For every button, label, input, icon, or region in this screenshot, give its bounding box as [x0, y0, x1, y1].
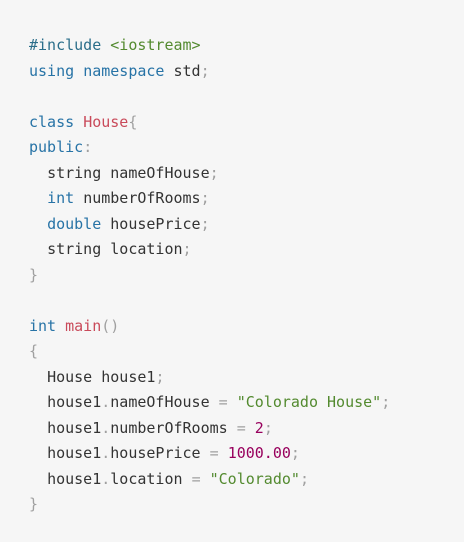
assign-field: numberOfRooms — [110, 418, 228, 437]
assign-object: house1 — [47, 393, 102, 411]
semicolon: ; — [200, 214, 210, 233]
assign-object: house1 — [47, 444, 102, 462]
member-type: int — [47, 189, 75, 207]
semicolon: ; — [263, 418, 273, 437]
colon: : — [83, 138, 93, 156]
code-line-member: string nameOfHouse; — [29, 161, 435, 187]
dot: . — [101, 393, 111, 411]
assign-field: location — [110, 469, 183, 488]
std-identifier: std — [173, 61, 201, 80]
code-line-member: double housePrice; — [29, 212, 435, 238]
semicolon: ; — [155, 367, 165, 386]
assign-object: house1 — [47, 418, 102, 437]
code-line-class: class House{ — [29, 110, 435, 136]
main-function: main — [65, 316, 102, 335]
semicolon: ; — [381, 393, 391, 411]
code-line-member: int numberOfRooms; — [29, 186, 435, 212]
public-keyword: public — [29, 138, 84, 156]
code-line-public: public: — [29, 135, 435, 161]
decl-var: house1 — [101, 367, 156, 386]
assign-operator: = — [209, 444, 219, 462]
code-line-assignment: house1.numberOfRooms = 2; — [29, 416, 435, 442]
dot: . — [101, 469, 111, 488]
member-name: nameOfHouse — [110, 163, 210, 182]
assign-value: 1000.00 — [227, 444, 291, 462]
code-line-main: int main() — [29, 314, 435, 340]
close-brace: } — [29, 265, 39, 284]
assign-object: house1 — [47, 469, 102, 488]
semicolon: ; — [299, 469, 309, 488]
semicolon: ; — [200, 189, 210, 207]
assign-value: "Colorado" — [209, 469, 300, 488]
close-brace: } — [29, 495, 39, 513]
member-name: numberOfRooms — [83, 189, 201, 207]
assign-operator: = — [191, 469, 201, 488]
code-line-include: #include <iostream> — [29, 33, 435, 59]
code-line-using: using namespace std; — [29, 59, 435, 85]
member-name: location — [110, 240, 183, 258]
semicolon: ; — [182, 240, 192, 258]
code-line-assignment: house1.location = "Colorado"; — [29, 467, 435, 493]
member-type: string — [47, 163, 102, 182]
member-type: double — [47, 214, 102, 233]
class-keyword: class — [29, 112, 75, 131]
int-keyword: int — [29, 316, 57, 335]
code-line-main-open: { — [29, 339, 435, 365]
include-directive: #include — [29, 36, 102, 54]
class-name: House — [83, 112, 129, 131]
code-line-assignment: house1.housePrice = 1000.00; — [29, 441, 435, 467]
code-line-assignment: house1.nameOfHouse = "Colorado House"; — [29, 390, 435, 416]
assign-value: 2 — [254, 418, 264, 437]
assign-field: nameOfHouse — [110, 393, 210, 411]
assign-operator: = — [236, 418, 246, 437]
open-brace: { — [29, 342, 39, 360]
open-brace: { — [128, 112, 138, 131]
code-line-main-close: } — [29, 492, 435, 518]
dot: . — [101, 418, 111, 437]
namespace-keyword: namespace — [83, 61, 165, 80]
parens: () — [101, 316, 120, 335]
member-name: housePrice — [110, 214, 201, 233]
dot: . — [101, 444, 111, 462]
code-line-class-close: } — [29, 263, 435, 289]
code-line-declaration: House house1; — [29, 365, 435, 391]
code-block: #include <iostream> using namespace std;… — [0, 0, 464, 542]
member-type: string — [47, 240, 102, 258]
assign-field: housePrice — [110, 444, 201, 462]
assign-operator: = — [218, 393, 228, 411]
semicolon: ; — [209, 163, 219, 182]
decl-type: House — [47, 367, 93, 386]
using-keyword: using — [29, 61, 75, 80]
code-line-member: string location; — [29, 237, 435, 263]
include-header: <iostream> — [110, 36, 201, 54]
assign-value: "Colorado House" — [236, 393, 382, 411]
semicolon: ; — [290, 444, 300, 462]
semicolon: ; — [200, 61, 210, 80]
